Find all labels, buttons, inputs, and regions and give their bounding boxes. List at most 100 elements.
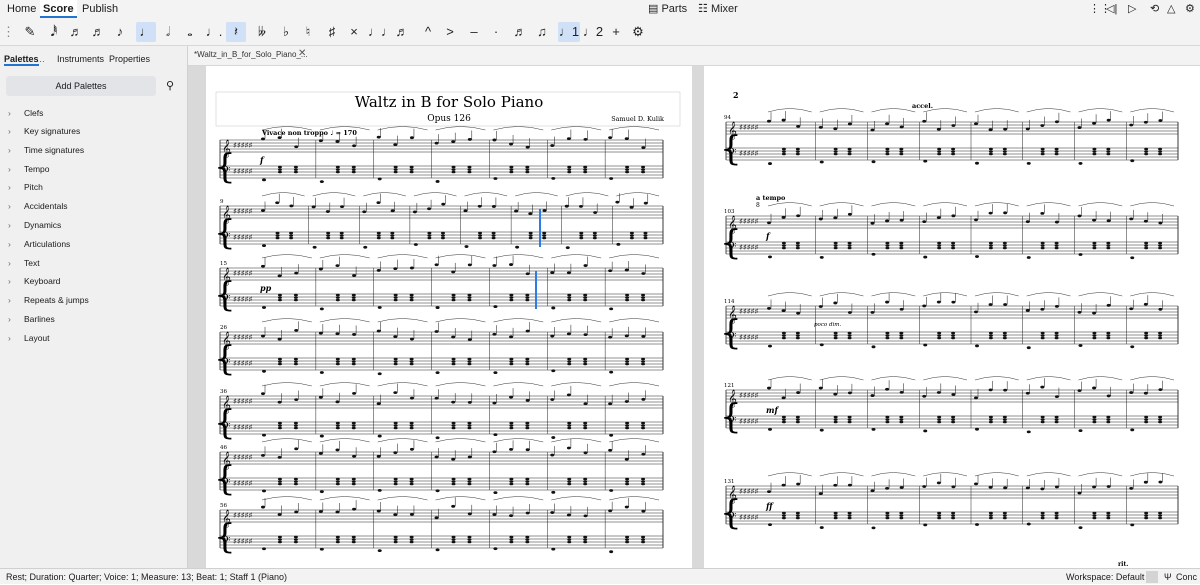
palette-label: Pitch — [24, 182, 43, 192]
menu-tab-score[interactable]: Score — [40, 0, 77, 18]
chord-note-head — [833, 147, 838, 151]
palette-item-text[interactable]: › Text — [8, 256, 40, 270]
add-icon[interactable]: + — [606, 22, 626, 42]
tab-instruments[interactable]: Instruments — [57, 52, 104, 66]
treble-clef-icon: 𝄞 — [728, 485, 737, 503]
tuning-fork-icon[interactable]: Ψ — [1164, 569, 1172, 585]
tuplet-icon[interactable]: ♬ — [510, 22, 530, 42]
slur — [319, 438, 370, 443]
duration-32nd-icon[interactable]: ♬ — [66, 22, 86, 42]
palette-item-clefs[interactable]: › Clefs — [8, 106, 43, 120]
tab-palettes[interactable]: Palettes — [4, 52, 39, 66]
toolbar-settings-icon[interactable]: ⚙ — [628, 22, 648, 42]
document-tab[interactable]: *Waltz_in_B_for_Solo_Piano_... — [194, 50, 308, 59]
flat-icon[interactable]: ♭ — [276, 22, 296, 42]
chord-note-head — [1144, 331, 1149, 335]
chord-note-head — [625, 168, 630, 171]
close-icon[interactable]: ✕ — [298, 48, 306, 59]
metronome-icon[interactable]: △ — [1167, 0, 1175, 18]
palette-item-key-signatures[interactable]: › Key signatures — [8, 124, 80, 138]
palette-item-keyboard[interactable]: › Keyboard — [8, 274, 60, 288]
palette-item-barlines[interactable]: › Barlines — [8, 312, 55, 326]
chord-note-head — [467, 538, 472, 541]
slur — [871, 292, 916, 297]
sharp-icon[interactable]: ♯ — [322, 22, 342, 42]
toggle-icon[interactable] — [1146, 571, 1158, 583]
tab-properties[interactable]: Properties — [109, 52, 150, 66]
palette-item-dynamics[interactable]: › Dynamics — [8, 218, 61, 232]
bass-clef-icon: 𝄢 — [222, 293, 230, 308]
chord-note-head — [393, 360, 398, 363]
loop-icon[interactable]: ⟲ — [1150, 0, 1159, 18]
palettes-more-icon[interactable]: … — [36, 52, 45, 66]
chord-note-head — [899, 418, 904, 421]
augmentation-dot-icon[interactable]: ♩. — [204, 22, 224, 42]
score-view[interactable]: Waltz in B for Solo Piano Opus 126 Samuel … — [188, 66, 1200, 568]
chord-note-head — [351, 421, 356, 425]
settings-icon[interactable]: ⚙ — [1185, 0, 1195, 18]
duration-64th-icon[interactable]: 𝅘𝅥𝅱 — [44, 22, 64, 42]
chord-note-head — [1054, 331, 1059, 335]
note-head — [583, 402, 588, 406]
palette-item-repeats-jumps[interactable]: › Repeats & jumps — [8, 293, 89, 307]
note-head — [593, 211, 598, 214]
palette-item-layout[interactable]: › Layout — [8, 331, 50, 345]
palette-item-accidentals[interactable]: › Accidentals — [8, 199, 67, 213]
mixer-button[interactable]: ☷ Mixer — [698, 0, 738, 18]
accent-icon[interactable]: > — [440, 22, 460, 42]
chord-note-head — [567, 293, 572, 297]
duration-eighth-icon[interactable]: ♪ — [110, 22, 130, 42]
note-head — [409, 447, 414, 451]
chord-note-head — [781, 152, 786, 156]
rewind-icon[interactable]: ◁| — [1106, 0, 1117, 18]
chord-note-head — [988, 334, 993, 337]
rest-icon[interactable]: 𝄽 — [226, 22, 246, 42]
note-input-pencil-icon[interactable]: ✎ — [20, 22, 40, 42]
flip-direction-icon[interactable]: ♫ — [532, 22, 552, 42]
note-head — [796, 311, 801, 315]
palette-item-time-signatures[interactable]: › Time signatures — [8, 143, 84, 157]
note-head — [564, 204, 569, 208]
voice-2-button[interactable]: ♩2 — [582, 22, 604, 42]
slur — [551, 496, 602, 501]
note-head — [583, 514, 588, 518]
slur — [261, 192, 305, 197]
duration-16th-icon[interactable]: ♬ — [88, 22, 108, 42]
palette-item-tempo[interactable]: › Tempo — [8, 162, 50, 176]
search-icon[interactable]: ⚲ — [160, 76, 180, 96]
parts-button[interactable]: ▤ Parts — [648, 0, 687, 18]
tenuto-icon[interactable]: – — [464, 22, 484, 42]
double-sharp-icon[interactable]: × — [344, 22, 364, 42]
chord-note-head — [351, 357, 356, 361]
toolbar-grip-icon[interactable]: ⋮ — [2, 22, 15, 42]
note-head — [294, 398, 299, 402]
note-head — [974, 122, 978, 126]
chevron-right-icon: › — [8, 126, 11, 136]
voice-1-button[interactable]: ♩1 — [558, 22, 580, 42]
natural-icon[interactable]: ♮ — [298, 22, 318, 42]
note-head — [624, 268, 629, 272]
workspace-selector[interactable]: Workspace: Default — [1066, 569, 1144, 585]
chord-note-head — [1092, 336, 1097, 340]
duration-quarter-icon[interactable]: ♩ — [136, 22, 156, 42]
chord-note-head — [937, 331, 942, 335]
tie-icon[interactable]: ♩♩ — [368, 22, 394, 42]
palette-item-pitch[interactable]: › Pitch — [8, 180, 43, 194]
menu-tab-home[interactable]: Home — [4, 0, 39, 18]
menu-tab-publish[interactable]: Publish — [79, 0, 121, 18]
duration-whole-icon[interactable]: 𝅝 — [180, 22, 200, 42]
add-palettes-button[interactable]: Add Palettes — [6, 76, 156, 96]
slur-icon[interactable]: ♬ — [392, 22, 412, 42]
palette-item-articulations[interactable]: › Articulations — [8, 237, 70, 251]
duration-half-icon[interactable]: 𝅗𝅥 — [158, 22, 178, 42]
note-head — [1026, 346, 1031, 350]
note-head — [1143, 480, 1148, 484]
marcato-icon[interactable]: ^ — [418, 22, 438, 42]
concert-pitch-label[interactable]: Conc — [1176, 569, 1197, 585]
note-head — [1130, 345, 1135, 349]
note-head — [974, 482, 978, 486]
dynamic-marking: f — [765, 231, 771, 241]
staccato-icon[interactable]: · — [486, 22, 506, 42]
play-icon[interactable]: ▷ — [1128, 0, 1136, 18]
double-flat-icon[interactable]: 𝄫 — [252, 22, 272, 42]
